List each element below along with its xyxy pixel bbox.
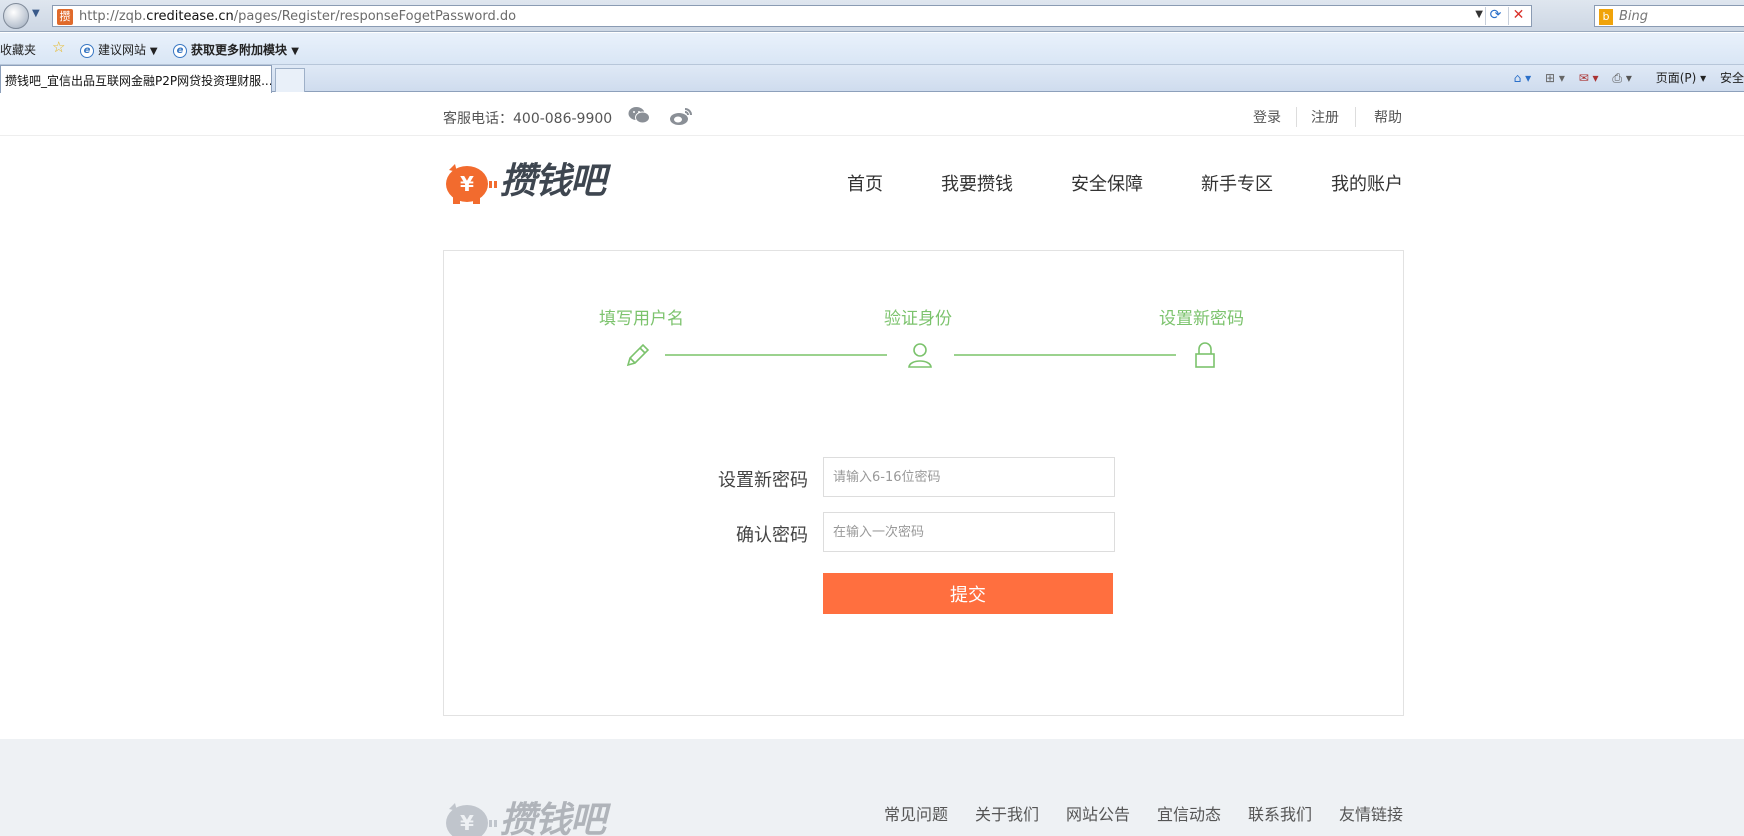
safety-menu[interactable]: 安全	[1720, 71, 1744, 85]
home-icon[interactable]: ⌂ ▾	[1514, 71, 1531, 85]
history-dropdown-icon[interactable]: ▼	[32, 8, 40, 19]
submit-button[interactable]: 提交	[823, 573, 1113, 614]
step-2-label: 验证身份	[884, 309, 952, 329]
browser-tab-active[interactable]: 攒钱吧_宜信出品互联网金融P2P网贷投资理财服...	[0, 65, 272, 93]
chevron-down-icon: ▼	[291, 46, 299, 57]
help-link[interactable]: 帮助	[1374, 107, 1402, 127]
footer-link-contact[interactable]: 联系我们	[1248, 801, 1312, 825]
ie-icon: e	[173, 43, 187, 58]
lock-icon	[1195, 342, 1215, 368]
wechat-icon[interactable]	[628, 106, 650, 124]
divider	[1296, 107, 1297, 127]
nav-account[interactable]: 我的账户	[1331, 170, 1403, 196]
piggy-bank-icon: ¥	[446, 164, 497, 204]
footer-link-friends[interactable]: 友情链接	[1339, 801, 1403, 825]
browser-address-bar: ▼ 攒 http://zqb.creditease.cn/pages/Regis…	[0, 0, 1744, 32]
bing-icon: b	[1599, 9, 1613, 25]
ie-icon: e	[80, 43, 94, 58]
step-1-label: 填写用户名	[599, 309, 684, 329]
command-bar: ⌂ ▾ ⊞ ▾ ✉ ▾ ⎙ ▾ 页面(P) ▾ 安全	[1504, 69, 1744, 86]
refresh-icon[interactable]: ⟳	[1485, 7, 1505, 25]
back-button[interactable]	[3, 3, 29, 29]
site-logo[interactable]: ¥ 攒钱吧	[443, 160, 613, 206]
new-password-label: 设置新密码	[718, 470, 808, 491]
new-password-field[interactable]	[823, 457, 1115, 497]
search-placeholder: Bing	[1619, 9, 1649, 24]
search-input[interactable]: b Bing	[1594, 5, 1744, 27]
nav-newbie[interactable]: 新手专区	[1201, 170, 1273, 196]
footer-link-news[interactable]: 宜信动态	[1157, 801, 1221, 825]
top-links: 登录 注册 帮助	[1240, 107, 1404, 127]
confirm-password-field[interactable]	[823, 512, 1115, 552]
url-input[interactable]: 攒 http://zqb.creditease.cn/pages/Registe…	[52, 5, 1532, 27]
footer-link-about[interactable]: 关于我们	[975, 801, 1039, 825]
confirm-password-label: 确认密码	[736, 525, 808, 546]
url-text[interactable]: http://zqb.creditease.cn/pages/Register/…	[79, 9, 516, 24]
footer-logo-text: 攒钱吧	[500, 800, 606, 836]
login-link[interactable]: 登录	[1253, 107, 1281, 127]
nav-invest[interactable]: 我要攒钱	[941, 170, 1013, 196]
mail-icon[interactable]: ✉ ▾	[1579, 71, 1599, 85]
favorites-bar: 收藏夹 ☆ e 建议网站 ▼ e 获取更多附加模块 ▼	[0, 33, 1744, 65]
site-footer: ¥ 攒钱吧 常见问题 关于我们 网站公告 宜信动态 联系我们 友情链接	[0, 739, 1744, 836]
step-3-label: 设置新密码	[1159, 309, 1244, 329]
register-link[interactable]: 注册	[1311, 107, 1339, 127]
footer-logo-coin-symbol: ¥	[460, 811, 474, 835]
logo-coin-symbol: ¥	[460, 172, 474, 196]
new-tab-button[interactable]	[275, 68, 305, 92]
nav-security[interactable]: 安全保障	[1071, 170, 1143, 196]
browser-tab-bar: 攒钱吧_宜信出品互联网金融P2P网贷投资理财服... ⌂ ▾ ⊞ ▾ ✉ ▾ ⎙…	[0, 65, 1744, 93]
stop-icon[interactable]: ✕	[1508, 7, 1528, 25]
service-hotline: 客服电话：400-086-9900	[443, 111, 613, 127]
site-favicon-icon: 攒	[57, 9, 73, 25]
fav-item-suggested-sites[interactable]: e 建议网站 ▼	[80, 41, 158, 58]
footer-link-faq[interactable]: 常见问题	[884, 801, 948, 825]
feeds-icon[interactable]: ⊞ ▾	[1545, 71, 1565, 85]
step-connector-line	[954, 354, 1176, 356]
logo-text: 攒钱吧	[500, 161, 606, 202]
page-menu[interactable]: 页面(P) ▾	[1646, 71, 1706, 85]
nav-home[interactable]: 首页	[847, 170, 883, 196]
url-dropdown-icon[interactable]: ▼	[1475, 9, 1483, 20]
user-icon	[908, 343, 932, 368]
fav-item-addons[interactable]: e 获取更多附加模块 ▼	[173, 41, 299, 58]
pencil-icon	[626, 343, 650, 367]
footer-link-notice[interactable]: 网站公告	[1066, 801, 1130, 825]
favorites-star-icon[interactable]: ☆	[52, 38, 65, 56]
chevron-down-icon: ▼	[149, 46, 158, 57]
favorites-label[interactable]: 收藏夹	[0, 41, 36, 58]
piggy-bank-icon: ¥	[446, 803, 497, 836]
divider	[1355, 107, 1356, 127]
weibo-icon[interactable]	[669, 106, 693, 126]
step-connector-line	[665, 354, 887, 356]
site-topbar: 客服电话：400-086-9900 登录 注册 帮助	[0, 96, 1744, 136]
print-icon[interactable]: ⎙ ▾	[1612, 71, 1631, 85]
footer-logo[interactable]: ¥ 攒钱吧	[443, 799, 613, 836]
